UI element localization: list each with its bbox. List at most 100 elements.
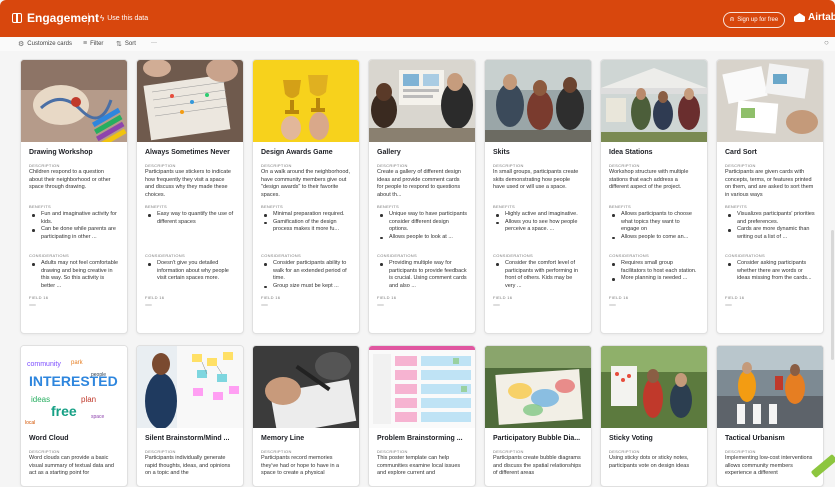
card-image: [21, 60, 127, 142]
record-card[interactable]: Problem Brainstorming ... DESCRIPTION Th…: [368, 345, 476, 487]
view-toolbar: ⚙ Customize cards ≡ Filter ⇅ Sort ···: [0, 37, 835, 51]
sort-button[interactable]: ⇅ Sort: [116, 40, 136, 48]
card-description: Participants record memories they've had…: [261, 455, 340, 476]
benefits-label: BENEFITS: [609, 204, 631, 209]
card-description: Workshop structure with multiple station…: [609, 169, 689, 190]
benefits-list: Minimal preparation required. Gamificati…: [253, 211, 359, 248]
benefits-list: Highly active and imaginative. Allows yo…: [485, 211, 591, 248]
more-options-button[interactable]: ···: [151, 40, 157, 46]
card-image: [253, 346, 359, 428]
card-title: Sticky Voting: [609, 435, 653, 442]
list-item: Unique way to have participants consider…: [377, 211, 467, 234]
svg-text:local: local: [25, 420, 35, 426]
list-item: Minimal preparation required.: [261, 211, 351, 219]
considerations-label: CONSIDERATIONS: [725, 253, 765, 258]
airtable-logo-icon: [794, 13, 805, 22]
person-icon: ⍝: [730, 16, 735, 23]
benefits-list: Allows participants to choose what topic…: [601, 211, 707, 248]
more-options-label: ···: [151, 40, 157, 46]
benefits-list: Visualizes participants' priorities and …: [717, 211, 823, 248]
card-title: Tactical Urbanism: [725, 435, 785, 442]
benefits-label: BENEFITS: [493, 204, 515, 209]
signup-button[interactable]: ⍝ Sign up for free: [723, 12, 786, 28]
benefits-label: BENEFITS: [377, 204, 399, 209]
list-item: Allows you to see how people perceive a …: [493, 219, 583, 234]
considerations-label: CONSIDERATIONS: [609, 253, 649, 258]
card-title: Problem Brainstorming ...: [377, 435, 463, 442]
record-card[interactable]: Sticky Voting DESCRIPTION Using sticky d…: [600, 345, 708, 487]
record-card[interactable]: Skits DESCRIPTION In small groups, parti…: [484, 59, 592, 334]
svg-text:people: people: [91, 372, 106, 378]
card-description: Participants are given cards with concep…: [725, 169, 814, 198]
filter-button[interactable]: ≡ Filter: [83, 40, 103, 47]
field16-label: FIELD 16: [145, 295, 165, 300]
benefits-label: BENEFITS: [725, 204, 747, 209]
gear-icon: ⚙: [18, 41, 25, 48]
benefits-label: BENEFITS: [29, 204, 51, 209]
customize-cards-button[interactable]: ⚙ Customize cards: [18, 40, 72, 48]
filter-icon: ≡: [83, 40, 88, 47]
benefits-list: Fun and imaginative activity for kids. C…: [21, 211, 127, 248]
search-icon[interactable]: ○: [824, 38, 829, 47]
considerations-list: Requires small group facilitators to hos…: [601, 260, 707, 291]
card-image: [485, 60, 591, 142]
card-title: Gallery: [377, 149, 401, 156]
card-image: [485, 346, 591, 428]
card-title: Idea Stations: [609, 149, 653, 156]
record-card[interactable]: Participatory Bubble Dia... DESCRIPTION …: [484, 345, 592, 487]
svg-text:park: park: [71, 360, 84, 366]
list-item: Consider the comfort level of participan…: [493, 260, 583, 290]
card-description: Word clouds can provide a basic visual s…: [29, 455, 114, 476]
card-title: Memory Line: [261, 435, 305, 442]
word-cloud-word: plan: [81, 395, 96, 404]
airtable-brand-text: Airtable: [808, 12, 835, 23]
record-card[interactable]: Silent Brainstorm/Mind ... DESCRIPTION P…: [136, 345, 244, 487]
record-card[interactable]: Card Sort DESCRIPTION Participants are g…: [716, 59, 824, 334]
list-item: Cards are more dynamic than writing out …: [725, 226, 815, 241]
card-title: Skits: [493, 149, 510, 156]
airtable-logo[interactable]: Airtable: [794, 12, 835, 23]
record-card[interactable]: Gallery DESCRIPTION Create a gallery of …: [368, 59, 476, 334]
lightning-icon: ϟ: [100, 14, 105, 23]
book-icon: [12, 13, 22, 23]
word-cloud-word: ideas: [31, 395, 50, 404]
considerations-label: CONSIDERATIONS: [377, 253, 417, 258]
svg-text:community: community: [27, 361, 61, 368]
use-data-button[interactable]: ϟ Use this data: [100, 14, 148, 23]
list-item: Allows people to come an...: [609, 234, 699, 242]
svg-text:space: space: [91, 414, 105, 420]
record-card[interactable]: Drawing Workshop DESCRIPTION Children re…: [20, 59, 128, 334]
record-card[interactable]: Always Sometimes Never DESCRIPTION Parti…: [136, 59, 244, 334]
vertical-scrollbar[interactable]: [831, 230, 834, 360]
list-item: Allows people to look at ...: [377, 234, 467, 242]
list-item: Fun and imaginative activity for kids.: [29, 211, 119, 226]
card-image: community park INTERESTED ideas plan fre…: [21, 346, 127, 428]
card-image: [369, 60, 475, 142]
record-card[interactable]: Design Awards Game DESCRIPTION On a walk…: [252, 59, 360, 334]
card-description: On a walk around the neighborhood, have …: [261, 169, 350, 198]
field16-label: FIELD 16: [725, 295, 745, 300]
list-item: Doesn't give you detailed information ab…: [145, 260, 235, 283]
list-item: Providing multiple way for participants …: [377, 260, 467, 290]
benefits-label: BENEFITS: [261, 204, 283, 209]
base-title[interactable]: Engagement: [12, 11, 99, 25]
considerations-list: Adults may not feel comfortable drawing …: [21, 260, 127, 291]
considerations-label: CONSIDERATIONS: [29, 253, 69, 258]
record-card[interactable]: Memory Line DESCRIPTION Participants rec…: [252, 345, 360, 487]
filter-label: Filter: [90, 40, 104, 47]
record-card[interactable]: Idea Stations DESCRIPTION Workshop struc…: [600, 59, 708, 334]
card-image: [137, 60, 243, 142]
card-image: [717, 60, 823, 142]
card-title: Participatory Bubble Dia...: [493, 435, 581, 442]
record-card[interactable]: community park INTERESTED ideas plan fre…: [20, 345, 128, 487]
list-item: Consider participants ability to walk fo…: [261, 260, 351, 283]
list-item: Highly active and imaginative.: [493, 211, 583, 219]
benefits-list: Unique way to have participants consider…: [369, 211, 475, 248]
list-item: Adults may not feel comfortable drawing …: [29, 260, 119, 290]
benefits-list: Easy way to quantify the use of differen…: [137, 211, 243, 248]
field16-empty: [261, 304, 268, 306]
list-item: Consider asking participants whether the…: [725, 260, 815, 283]
considerations-list: Doesn't give you detailed information ab…: [137, 260, 243, 291]
card-image: [601, 346, 707, 428]
record-card[interactable]: Tactical Urbanism DESCRIPTION Implementi…: [716, 345, 824, 487]
